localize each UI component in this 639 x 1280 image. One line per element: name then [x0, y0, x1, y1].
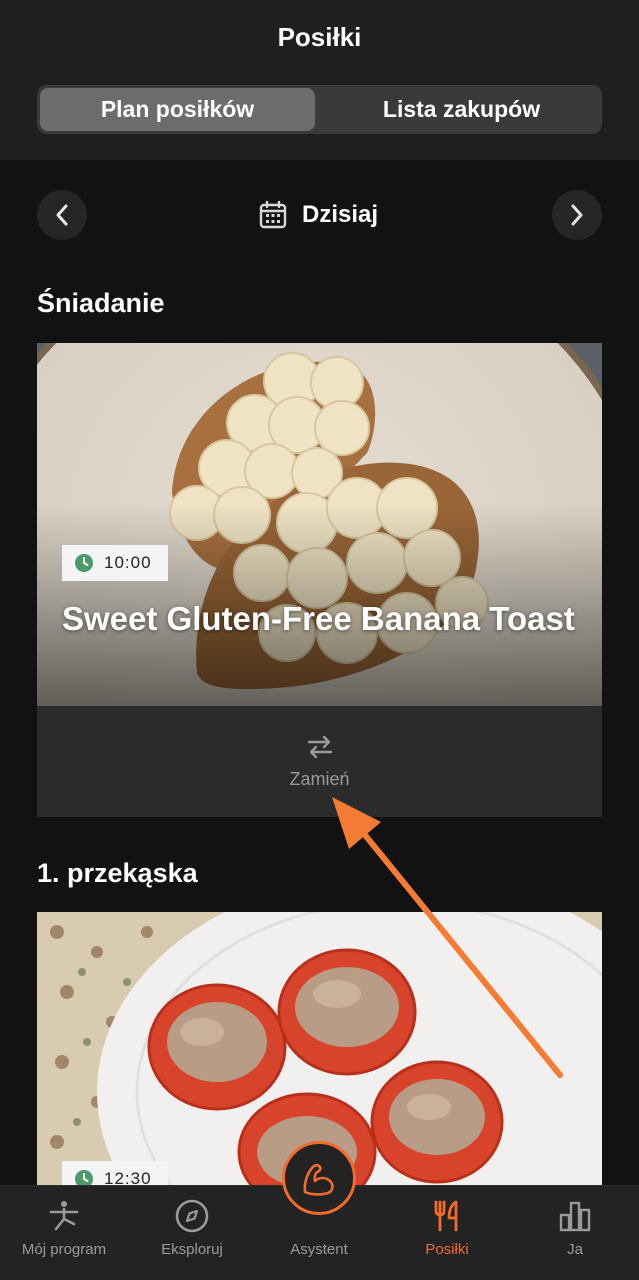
section-title-snack: 1. przekąska	[37, 858, 198, 888]
clock-icon	[75, 1170, 93, 1185]
meal-time: 10:00	[104, 553, 152, 572]
header: Posiłki Plan posiłków Lista zakupów	[0, 0, 639, 160]
tab-meals[interactable]: Posiłki	[383, 1186, 511, 1280]
compass-icon	[175, 1199, 209, 1233]
date-selector[interactable]: Dzisiaj	[258, 200, 378, 230]
calendar-icon	[259, 200, 287, 229]
meal-photo-banana-toast	[37, 343, 602, 706]
assistant-button[interactable]	[282, 1141, 356, 1215]
page-title: Posiłki	[277, 22, 362, 52]
bar-chart-icon	[559, 1201, 591, 1232]
meal-card-breakfast[interactable]: 10:00 Sweet Gluten-Free Banana Toast Zam…	[37, 343, 602, 817]
next-day-button[interactable]	[552, 190, 602, 240]
fork-knife-icon	[434, 1200, 458, 1232]
meal-title: Sweet Gluten-Free Banana Toast	[62, 600, 575, 637]
yoga-person-icon	[49, 1201, 79, 1231]
tab-label: Ja	[567, 1241, 583, 1258]
clock-icon	[75, 554, 93, 572]
tab-label: Asystent	[290, 1241, 348, 1258]
swap-meal-button[interactable]: Zamień	[37, 706, 602, 817]
tab-label: Posiłki	[425, 1241, 469, 1258]
tab-meal-plan[interactable]: Plan posiłków	[40, 88, 315, 131]
segmented-control: Plan posiłków Lista zakupów	[37, 85, 602, 134]
tab-label: Mój program	[21, 1241, 107, 1258]
tab-explore[interactable]: Eksploruj	[128, 1186, 256, 1280]
flexed-arm-icon	[303, 1163, 334, 1196]
previous-day-button[interactable]	[37, 190, 87, 240]
tab-label: Eksploruj	[161, 1241, 223, 1258]
meal-time-badge: 10:00	[62, 545, 168, 581]
chevron-left-icon	[56, 204, 68, 226]
date-label: Dzisiaj	[302, 201, 379, 228]
date-navigation: Dzisiaj	[0, 186, 639, 242]
swap-arrows-icon	[307, 735, 332, 759]
chevron-right-icon	[571, 204, 583, 226]
meal-time-badge: 12:30	[62, 1161, 168, 1185]
meal-time: 12:30	[104, 1169, 152, 1185]
section-title-breakfast: Śniadanie	[37, 288, 165, 318]
tab-shopping-list[interactable]: Lista zakupów	[324, 88, 599, 131]
swap-label: Zamień	[289, 769, 350, 789]
tab-me[interactable]: Ja	[511, 1186, 639, 1280]
tab-my-program[interactable]: Mój program	[0, 1186, 128, 1280]
